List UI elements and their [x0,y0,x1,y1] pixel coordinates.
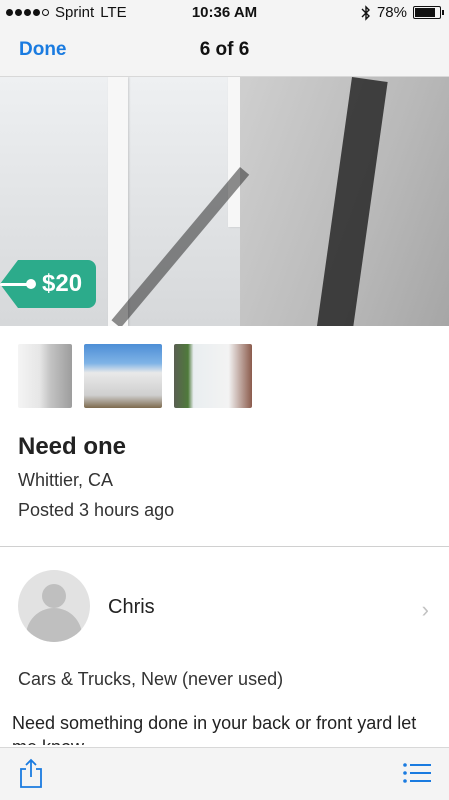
listing-location: Whittier, CA [18,470,114,490]
share-icon[interactable] [18,758,44,788]
thumbnail-3[interactable] [174,344,252,408]
navigation-bar: Done 6 of 6 [0,26,449,77]
status-right: 78% [361,4,444,21]
listing-description: Need something done in your back or fron… [12,713,417,745]
divider [0,546,449,547]
price-label: $20 [42,270,83,297]
listing-category: Cars & Trucks, New (never used) [18,669,284,689]
status-bar: Sprint LTE 10:36 AM 78% [0,0,449,26]
chevron-right-icon: › [421,597,429,622]
battery-icon [413,6,444,19]
bluetooth-icon [361,4,370,21]
avatar [18,570,90,642]
listing-posted-time: Posted 3 hours ago [18,500,175,520]
seller-name: Chris [108,596,155,618]
page-counter-title: 6 of 6 [199,39,250,60]
seller-row[interactable]: Chris › [0,570,449,644]
photo-thumbnails [18,344,252,408]
listing-title: Need one [18,433,127,460]
thumbnail-2[interactable] [84,344,162,408]
list-icon[interactable] [403,762,431,784]
thumbnail-1[interactable] [18,344,72,408]
bottom-toolbar [0,747,449,800]
price-tag: $20 [0,260,97,308]
fence-post [108,77,128,326]
fence-post [228,77,240,227]
battery-percent: 78% [376,4,407,21]
